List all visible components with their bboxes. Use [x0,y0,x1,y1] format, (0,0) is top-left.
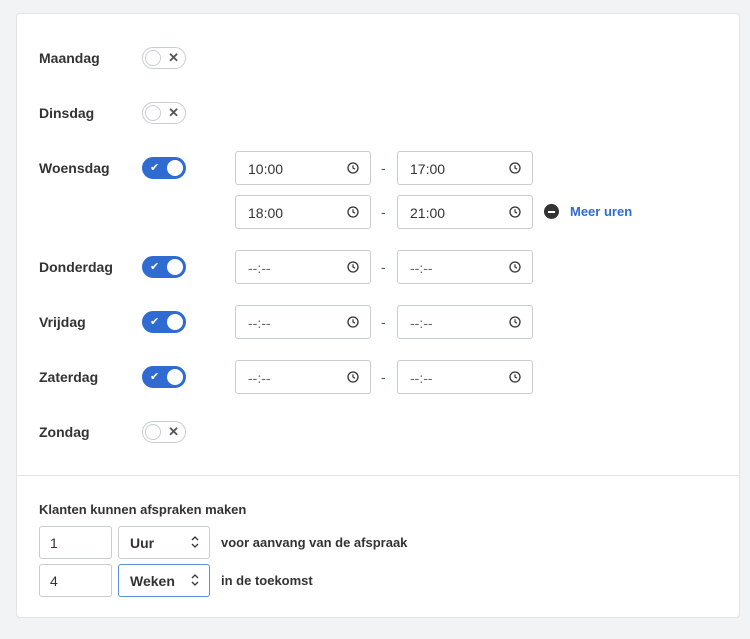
clock-icon [347,371,359,383]
select-value: Uur [130,535,155,551]
clock-icon [509,371,521,383]
toggle-vrijdag[interactable]: ✔ [142,311,186,333]
start-time-input[interactable]: --:-- [235,305,371,339]
check-icon: ✔ [150,261,160,273]
day-label-vrijdag: Vrijdag [39,314,86,330]
toggle-knob [145,424,161,440]
toggle-knob [145,105,161,121]
time-value: 21:00 [410,205,446,221]
time-separator: - [381,204,386,220]
section-divider [17,475,739,476]
before-description: voor aanvang van de afspraak [221,535,408,550]
chevron-updown-icon [191,574,199,586]
time-separator: - [381,160,386,176]
day-label-dinsdag: Dinsdag [39,105,95,121]
toggle-knob [167,259,183,275]
end-time-input[interactable]: 17:00 [397,151,533,185]
end-time-input[interactable]: --:-- [397,360,533,394]
check-icon: ✔ [150,316,160,328]
time-value: 17:00 [410,161,446,177]
toggle-donderdag[interactable]: ✔ [142,256,186,278]
toggle-knob [145,50,161,66]
toggle-knob [167,160,183,176]
toggle-woensdag[interactable]: ✔ [142,157,186,179]
time-value: --:-- [248,370,271,386]
start-time-input[interactable]: 10:00 [235,151,371,185]
clock-icon [347,316,359,328]
day-label-maandag: Maandag [39,50,100,66]
booking-section-title: Klanten kunnen afspraken maken [39,502,247,517]
time-value: --:-- [248,260,271,276]
day-label-zaterdag: Zaterdag [39,369,99,385]
time-value: 18:00 [248,205,284,221]
time-value: --:-- [410,315,433,331]
day-label-zondag: Zondag [39,424,90,440]
start-time-input[interactable]: --:-- [235,360,371,394]
start-time-input[interactable]: 18:00 [235,195,371,229]
clock-icon [509,206,521,218]
end-time-input[interactable]: --:-- [397,250,533,284]
time-separator: - [381,314,386,330]
start-time-input[interactable]: --:-- [235,250,371,284]
future-unit-select[interactable]: Weken [118,564,210,597]
toggle-knob [167,314,183,330]
clock-icon [509,316,521,328]
time-value: --:-- [248,315,271,331]
toggle-dinsdag[interactable]: ✕ [142,102,186,124]
future-value-input[interactable]: 4 [39,564,112,597]
before-value-input[interactable]: 1 [39,526,112,559]
check-icon: ✔ [150,371,160,383]
time-value: 10:00 [248,161,284,177]
clock-icon [509,261,521,273]
cross-icon: ✕ [168,424,179,439]
clock-icon [347,206,359,218]
select-value: Weken [130,573,175,589]
cross-icon: ✕ [168,105,179,120]
minus-circle-icon[interactable] [544,204,559,219]
clock-icon [347,162,359,174]
day-label-donderdag: Donderdag [39,259,113,275]
future-description: in de toekomst [221,573,313,588]
time-separator: - [381,369,386,385]
end-time-input[interactable]: --:-- [397,305,533,339]
time-separator: - [381,259,386,275]
chevron-updown-icon [191,536,199,548]
opening-hours-card: Maandag ✕ Dinsdag ✕ Woensdag ✔ 10:00 - 1… [16,13,740,618]
toggle-maandag[interactable]: ✕ [142,47,186,69]
toggle-zondag[interactable]: ✕ [142,421,186,443]
clock-icon [347,261,359,273]
clock-icon [509,162,521,174]
before-unit-select[interactable]: Uur [118,526,210,559]
toggle-zaterdag[interactable]: ✔ [142,366,186,388]
end-time-input[interactable]: 21:00 [397,195,533,229]
more-hours-link[interactable]: Meer uren [570,204,632,219]
time-value: --:-- [410,260,433,276]
time-value: --:-- [410,370,433,386]
toggle-knob [167,369,183,385]
cross-icon: ✕ [168,50,179,65]
day-label-woensdag: Woensdag [39,160,110,176]
check-icon: ✔ [150,162,160,174]
